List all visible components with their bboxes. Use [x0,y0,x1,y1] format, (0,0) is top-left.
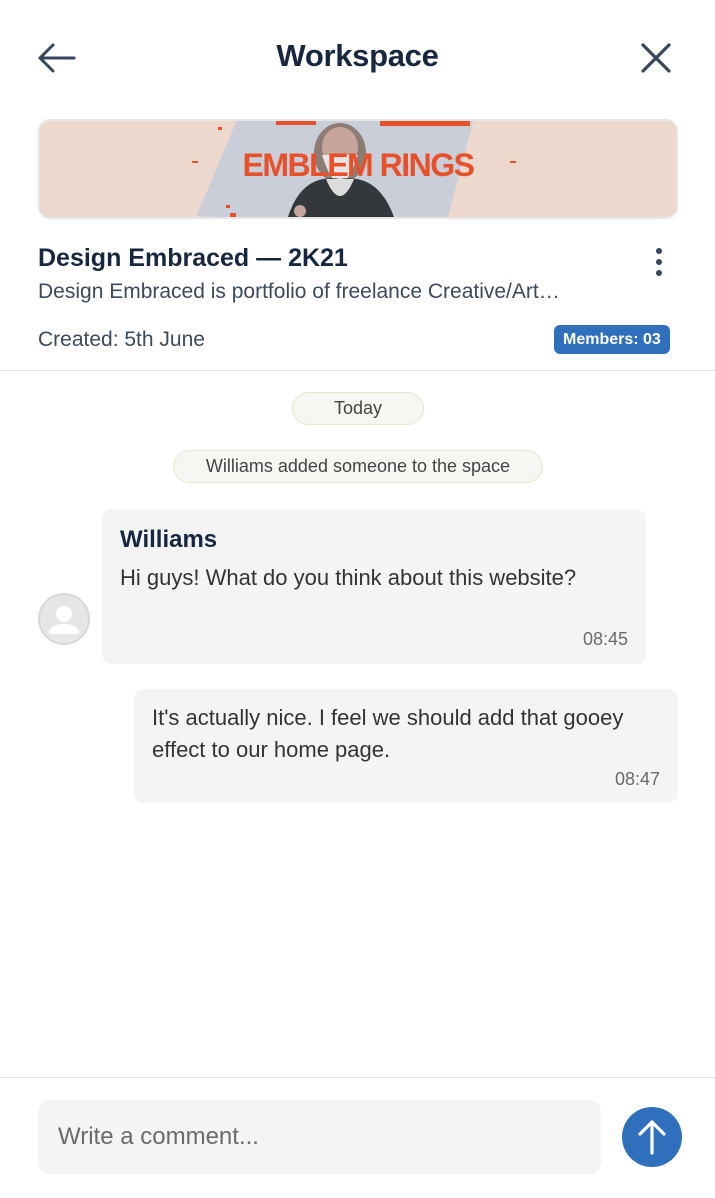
more-vertical-icon [656,248,662,276]
avatar[interactable] [38,593,90,645]
header: Workspace [0,0,715,110]
message-text: Hi guys! What do you think about this we… [120,565,577,590]
close-button[interactable] [636,38,676,78]
message-time: 08:47 [614,769,660,789]
system-event: Williams added someone to the space [173,450,543,483]
banner-title: EMBLEM RINGS [242,147,475,183]
date-separator: Today [292,392,424,425]
workspace-name: Design Embraced — 2K21 [38,244,348,272]
chat-area: Today Williams added someone to the spac… [0,371,715,1078]
comment-composer [0,1078,715,1198]
page-title: Workspace [276,38,439,73]
workspace-banner[interactable]: EMBLEM RINGS [38,119,678,219]
comment-input[interactable] [38,1100,601,1174]
arrow-up-icon [638,1120,666,1155]
message-text: It's actually nice. I feel we should add… [152,705,624,762]
created-date: Created: 5th June [38,328,205,351]
message-time: 08:45 [582,629,628,649]
close-icon [641,43,671,73]
user-avatar-icon [49,606,79,634]
message-bubble-own[interactable]: It's actually nice. I feel we should add… [134,689,678,803]
more-options-button[interactable] [646,246,672,278]
members-badge[interactable]: Members: 03 [554,325,670,354]
message-bubble[interactable]: Williams Hi guys! What do you think abou… [102,509,646,664]
message-sender: Williams [120,526,218,553]
send-button[interactable] [622,1107,682,1167]
workspace-description: Design Embraced is portfolio of freelanc… [38,280,560,303]
